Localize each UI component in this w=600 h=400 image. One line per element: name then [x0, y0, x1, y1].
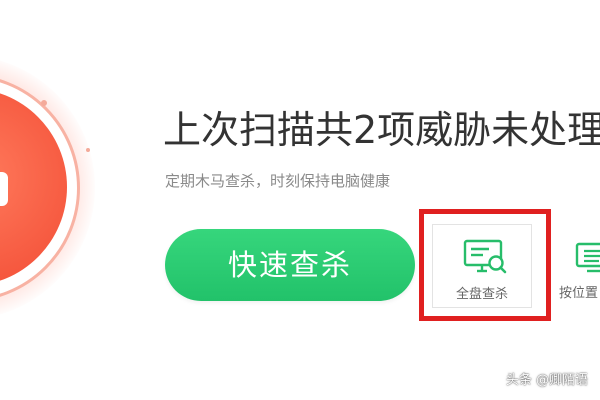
warning-mark-icon: [0, 172, 8, 206]
quick-scan-button[interactable]: 快速查杀: [165, 229, 415, 301]
scan-status-headline: 上次扫描共2项威胁未处理: [163, 108, 600, 152]
annotation-highlight-box: [419, 209, 551, 321]
antivirus-scan-panel: 上次扫描共2项威胁未处理 定期木马查杀，时刻保持电脑健康 快速查杀 全盘查杀 按…: [0, 0, 600, 400]
location-scan-label: 按位置: [559, 286, 599, 301]
watermark: 头条 @卿陌语: [505, 373, 588, 388]
scan-status-subtitle: 定期木马查杀，时刻保持电脑健康: [165, 172, 391, 190]
decor-dot: [41, 100, 47, 106]
location-scan-button[interactable]: 按位置: [559, 224, 600, 308]
monitor-list-icon: [575, 242, 600, 273]
decor-dot: [86, 148, 90, 152]
